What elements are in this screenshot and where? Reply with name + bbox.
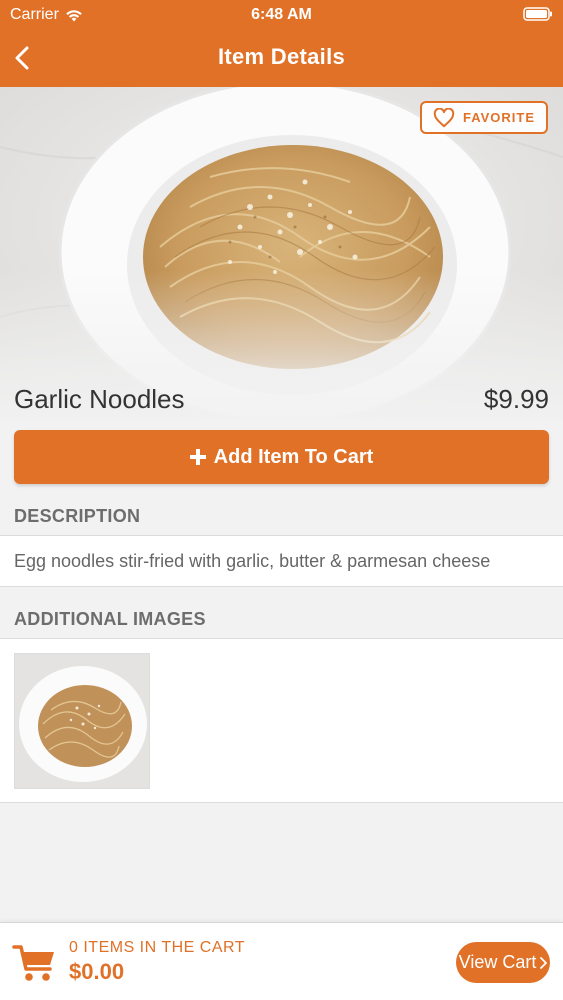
- additional-images-header: ADDITIONAL IMAGES: [14, 609, 206, 629]
- shopping-cart-icon: [12, 943, 56, 983]
- add-to-cart-button[interactable]: Add Item To Cart: [14, 430, 549, 484]
- view-cart-label: View Cart: [458, 952, 537, 972]
- chevron-right-icon: [540, 956, 548, 969]
- description-text: Egg noodles stir-fried with garlic, butt…: [14, 551, 491, 571]
- favorite-button[interactable]: FAVORITE: [420, 101, 548, 134]
- additional-image-thumbnail[interactable]: [14, 653, 150, 789]
- page-title: Item Details: [217, 44, 346, 69]
- additional-images-section: [0, 638, 563, 803]
- cart-summary-bar: 0 ITEMS IN THE CART $0.00 View Cart: [0, 922, 563, 1000]
- battery-icon: [523, 7, 553, 26]
- favorite-label: FAVORITE: [462, 110, 536, 125]
- heart-icon: [433, 107, 455, 127]
- view-cart-button[interactable]: View Cart: [456, 942, 550, 983]
- cart-total: $0.00: [69, 959, 125, 984]
- description-section: Egg noodles stir-fried with garlic, butt…: [0, 535, 563, 587]
- item-name: Garlic Noodles: [14, 384, 185, 414]
- status-time: 6:48 AM: [251, 6, 312, 23]
- add-to-cart-label: Add Item To Cart: [213, 445, 374, 468]
- hero-fade-overlay: [0, 87, 563, 420]
- status-bar: Carrier 6:48 AM: [0, 0, 563, 30]
- cart-item-count: 0 ITEMS IN THE CART: [69, 939, 246, 956]
- item-hero-image: [0, 87, 563, 420]
- plus-icon: [189, 449, 206, 465]
- garlic-noodles-thumbnail: [15, 654, 149, 788]
- description-header: DESCRIPTION: [14, 506, 141, 526]
- app-header: Carrier 6:48 AM Item Details: [0, 0, 563, 87]
- item-price: $9.99: [483, 384, 549, 414]
